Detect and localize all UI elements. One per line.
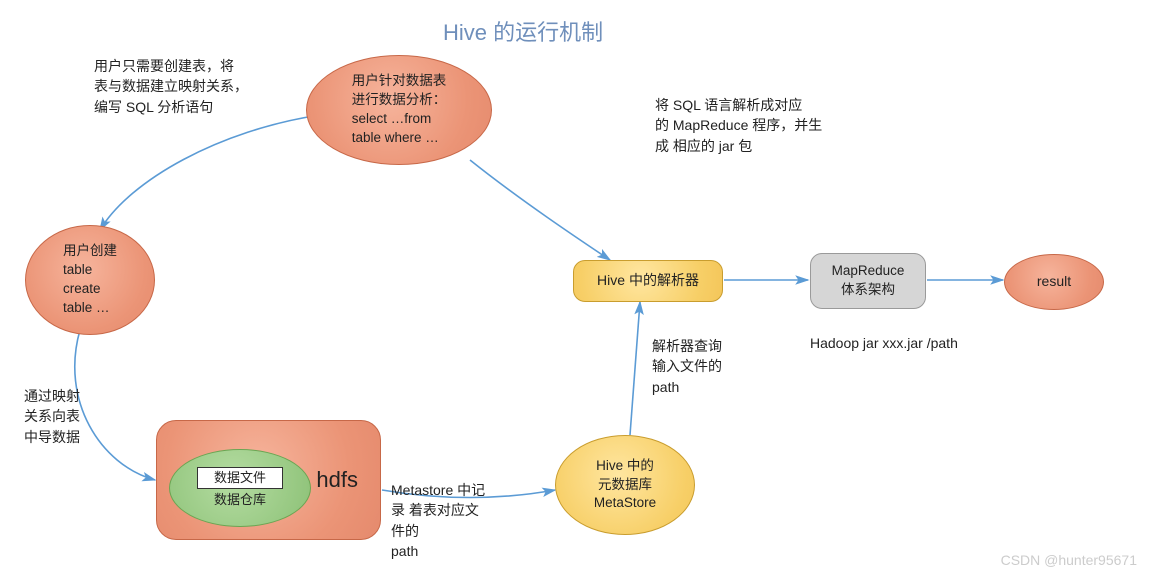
node-user-create-text: 用户创建 table create table … xyxy=(55,238,125,322)
node-data-file: 数据文件 xyxy=(197,467,283,489)
diagram-canvas: Hive 的运行机制 用户针对数据表 进行数据分析： select …from … xyxy=(0,0,1151,576)
node-user-analysis-text: 用户针对数据表 进行数据分析： select …from table where… xyxy=(344,68,455,152)
node-user-analysis: 用户针对数据表 进行数据分析： select …from table where… xyxy=(306,55,492,165)
label-l2: 将 SQL 语言解析成对应 的 MapReduce 程序，并生 成 相应的 ja… xyxy=(655,95,822,156)
node-mapreduce: MapReduce 体系架构 xyxy=(810,253,926,309)
diagram-title: Hive 的运行机制 xyxy=(443,15,603,47)
node-mapreduce-text: MapReduce 体系架构 xyxy=(824,258,913,304)
node-data-warehouse: 数据文件 数据仓库 xyxy=(169,449,311,527)
node-metastore-text: Hive 中的 元数据库 MetaStore xyxy=(586,453,664,518)
label-l3: 通过映射 关系向表 中导数据 xyxy=(24,386,80,447)
node-metastore: Hive 中的 元数据库 MetaStore xyxy=(555,435,695,535)
label-l4: Metastore 中记 录 着表对应文 件的 path xyxy=(391,480,485,561)
node-parser: Hive 中的解析器 xyxy=(573,260,723,302)
node-result: result xyxy=(1004,254,1104,310)
watermark: CSDN @hunter95671 xyxy=(1001,552,1137,568)
node-hdfs-label: hdfs xyxy=(316,465,358,496)
node-hdfs: 数据文件 数据仓库 hdfs xyxy=(156,420,381,540)
node-user-create: 用户创建 table create table … xyxy=(25,225,155,335)
node-parser-label: Hive 中的解析器 xyxy=(597,271,699,291)
node-data-warehouse-label: 数据仓库 xyxy=(214,491,266,509)
label-l5: 解析器查询 输入文件的 path xyxy=(652,336,722,397)
node-result-label: result xyxy=(1037,272,1071,292)
label-l1: 用户只需要创建表，将 表与数据建立映射关系， 编写 SQL 分析语句 xyxy=(94,56,248,117)
label-l6: Hadoop jar xxx.jar /path xyxy=(810,333,958,353)
